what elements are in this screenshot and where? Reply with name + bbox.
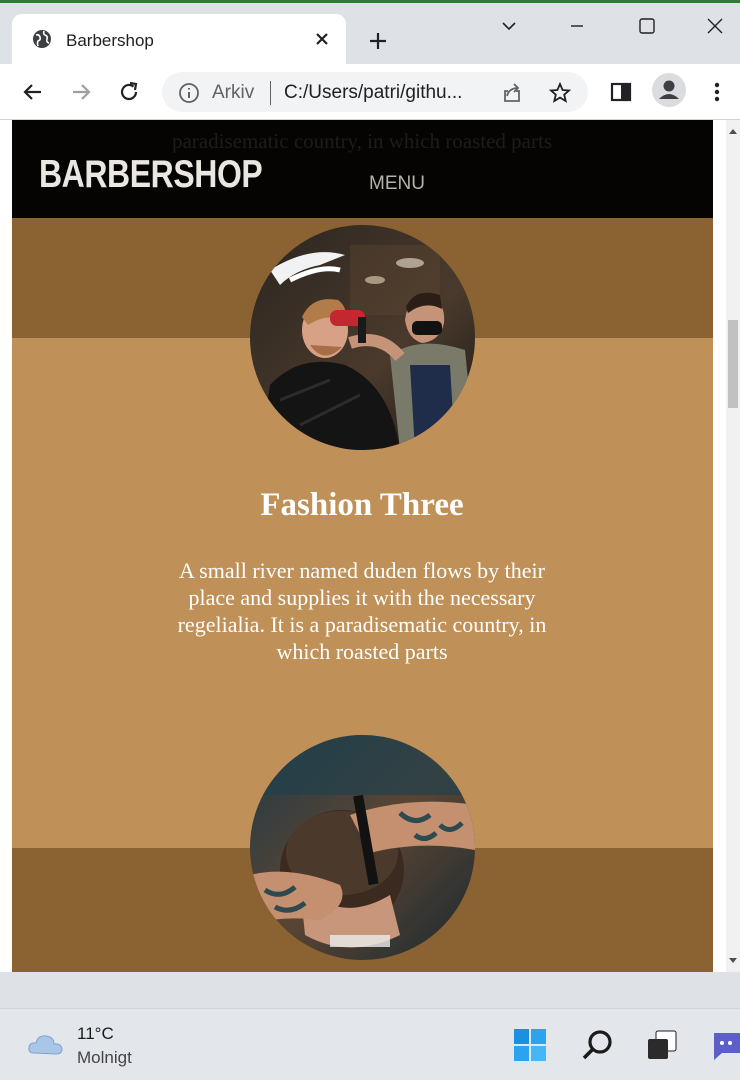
back-arrow-icon[interactable]: [20, 79, 46, 105]
barbershop-page: paradisematic country, in which roasted …: [12, 120, 713, 972]
maximize-icon[interactable]: [636, 15, 658, 37]
vertical-scroll-thumb[interactable]: [728, 320, 738, 408]
vertical-scrollbar[interactable]: [726, 120, 740, 972]
minimize-icon[interactable]: [566, 15, 588, 37]
address-bar[interactable]: Arkiv C:/Users/patri/githu...: [162, 72, 588, 112]
cloud-icon[interactable]: [26, 1027, 66, 1059]
menu-button[interactable]: MENU: [369, 173, 425, 195]
search-icon[interactable]: [580, 1027, 616, 1063]
card-title: Fashion Three: [260, 487, 464, 523]
browser-toolbar: Arkiv C:/Users/patri/githu...: [0, 64, 740, 120]
weather-condition[interactable]: Molnigt: [77, 1048, 132, 1068]
forward-arrow-icon[interactable]: [68, 79, 94, 105]
barber-shaving-image: [250, 735, 475, 960]
card-description: A small river named duden flows by their…: [177, 558, 547, 664]
tab-strip: Barbershop: [0, 0, 740, 67]
reload-icon[interactable]: [116, 79, 142, 105]
weather-temperature[interactable]: 11°C: [77, 1024, 114, 1044]
chevron-down-icon[interactable]: [498, 15, 520, 37]
new-tab-icon[interactable]: [366, 29, 390, 53]
url-text[interactable]: C:/Users/patri/githu...: [284, 82, 462, 104]
side-panel-icon[interactable]: [608, 79, 634, 105]
site-navbar: paradisematic country, in which roasted …: [12, 120, 713, 218]
profile-avatar[interactable]: [652, 73, 686, 107]
windows-taskbar: 11°C Molnigt: [0, 1008, 740, 1080]
tab-title: Barbershop: [66, 31, 154, 50]
teams-chat-icon[interactable]: [708, 1027, 740, 1063]
omnibox-divider: [270, 81, 271, 105]
scroll-up-icon[interactable]: [729, 128, 737, 136]
window-close-icon[interactable]: [704, 15, 726, 37]
barber-blow-dryer-image: [250, 225, 475, 450]
barber-photo-2: [250, 735, 475, 960]
person-icon: [659, 80, 679, 99]
scroll-down-icon[interactable]: [729, 956, 737, 964]
browser-tab[interactable]: Barbershop: [12, 14, 346, 67]
scrolled-text-behind-nav: paradisematic country, in which roasted …: [171, 129, 552, 153]
task-view-icon[interactable]: [644, 1027, 680, 1063]
share-icon[interactable]: [500, 81, 524, 105]
more-menu-icon[interactable]: [704, 79, 730, 105]
browser-viewport: paradisematic country, in which roasted …: [0, 120, 740, 972]
windows-start-icon[interactable]: [512, 1027, 548, 1063]
site-chip: Arkiv: [212, 82, 255, 103]
close-tab-icon[interactable]: [312, 29, 332, 49]
bookmark-star-icon[interactable]: [548, 81, 572, 105]
brand-logo[interactable]: BARBERSHOP: [39, 153, 263, 197]
barber-photo-1: [250, 225, 475, 450]
info-icon[interactable]: [178, 82, 200, 104]
globe-icon: [33, 30, 51, 48]
